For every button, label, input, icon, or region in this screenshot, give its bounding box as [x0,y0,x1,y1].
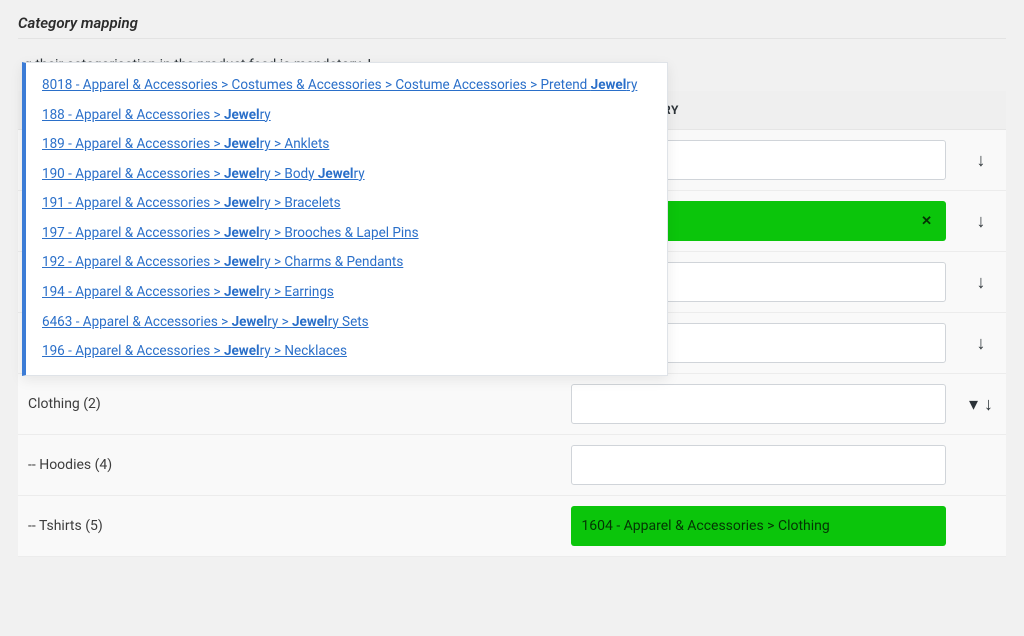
autocomplete-item[interactable]: 197 - Apparel & Accessories > Jewelry > … [26,219,667,249]
mapping-input[interactable] [571,384,946,424]
autocomplete-link[interactable]: 194 - Apparel & Accessories > Jewelry > … [42,284,334,300]
mapping-input[interactable] [571,445,946,485]
autocomplete-link[interactable]: 8018 - Apparel & Accessories > Costumes … [42,77,637,93]
apply-down-icon[interactable]: ↓ [977,272,986,293]
mapping-selected[interactable]: 1604 - Apparel & Accessories > Clothing [571,506,946,546]
apply-down-icon[interactable]: ↓ [977,333,986,354]
apply-down-icon[interactable]: ↓ [984,394,993,415]
autocomplete-dropdown[interactable]: 8018 - Apparel & Accessories > Costumes … [22,62,668,376]
autocomplete-link[interactable]: 191 - Apparel & Accessories > Jewelry > … [42,195,341,211]
autocomplete-link[interactable]: 189 - Apparel & Accessories > Jewelry > … [42,136,329,152]
autocomplete-item[interactable]: 189 - Apparel & Accessories > Jewelry > … [26,130,667,160]
autocomplete-item[interactable]: 192 - Apparel & Accessories > Jewelry > … [26,248,667,278]
page-title: Category mapping [18,14,1006,39]
apply-down-icon[interactable]: ↓ [977,211,986,232]
expand-toggle-icon[interactable]: ▾ [969,394,978,415]
autocomplete-link[interactable]: 192 - Apparel & Accessories > Jewelry > … [42,254,403,270]
actions-cell: ↓ [956,130,1006,191]
actions-cell [956,496,1006,557]
close-icon[interactable]: ✕ [921,214,932,229]
table-row: -- Tshirts (5) 1604 - Apparel & Accessori… [18,496,1006,557]
mapping-cell: 1604 - Apparel & Accessories > Clothing [561,496,956,557]
autocomplete-item[interactable]: 8018 - Apparel & Accessories > Costumes … [26,71,667,101]
table-row: Clothing (2)▾↓ [18,374,1006,435]
actions-cell: ↓ [956,313,1006,374]
category-label-cell: -- Tshirts (5) [18,496,561,557]
autocomplete-link[interactable]: 196 - Apparel & Accessories > Jewelry > … [42,343,347,359]
col-actions [956,91,1006,130]
apply-down-icon[interactable]: ↓ [977,150,986,171]
category-label: -- Hoodies (4) [28,457,112,473]
autocomplete-item[interactable]: 191 - Apparel & Accessories > Jewelry > … [26,189,667,219]
actions-cell: ▾↓ [956,374,1006,435]
mapping-cell [561,435,956,496]
autocomplete-item[interactable]: 6463 - Apparel & Accessories > Jewelry >… [26,308,667,338]
autocomplete-link[interactable]: 188 - Apparel & Accessories > Jewelry [42,107,271,123]
autocomplete-item[interactable]: 188 - Apparel & Accessories > Jewelry [26,101,667,131]
autocomplete-item[interactable]: 190 - Apparel & Accessories > Jewelry > … [26,160,667,190]
autocomplete-link[interactable]: 197 - Apparel & Accessories > Jewelry > … [42,225,419,241]
autocomplete-link[interactable]: 6463 - Apparel & Accessories > Jewelry >… [42,314,369,330]
autocomplete-item[interactable]: 196 - Apparel & Accessories > Jewelry > … [26,337,667,367]
category-label-cell: Clothing (2) [18,374,561,435]
actions-cell [956,435,1006,496]
category-label-cell: -- Hoodies (4) [18,435,561,496]
mapping-cell [561,374,956,435]
category-label: -- Tshirts (5) [28,518,103,534]
actions-cell: ↓ [956,191,1006,252]
table-row: -- Hoodies (4) [18,435,1006,496]
autocomplete-link[interactable]: 190 - Apparel & Accessories > Jewelry > … [42,166,365,182]
actions-cell: ↓ [956,252,1006,313]
mapping-selected-text: 1604 - Apparel & Accessories > Clothing [581,518,829,534]
autocomplete-item[interactable]: 194 - Apparel & Accessories > Jewelry > … [26,278,667,308]
category-label: Clothing (2) [28,396,101,412]
